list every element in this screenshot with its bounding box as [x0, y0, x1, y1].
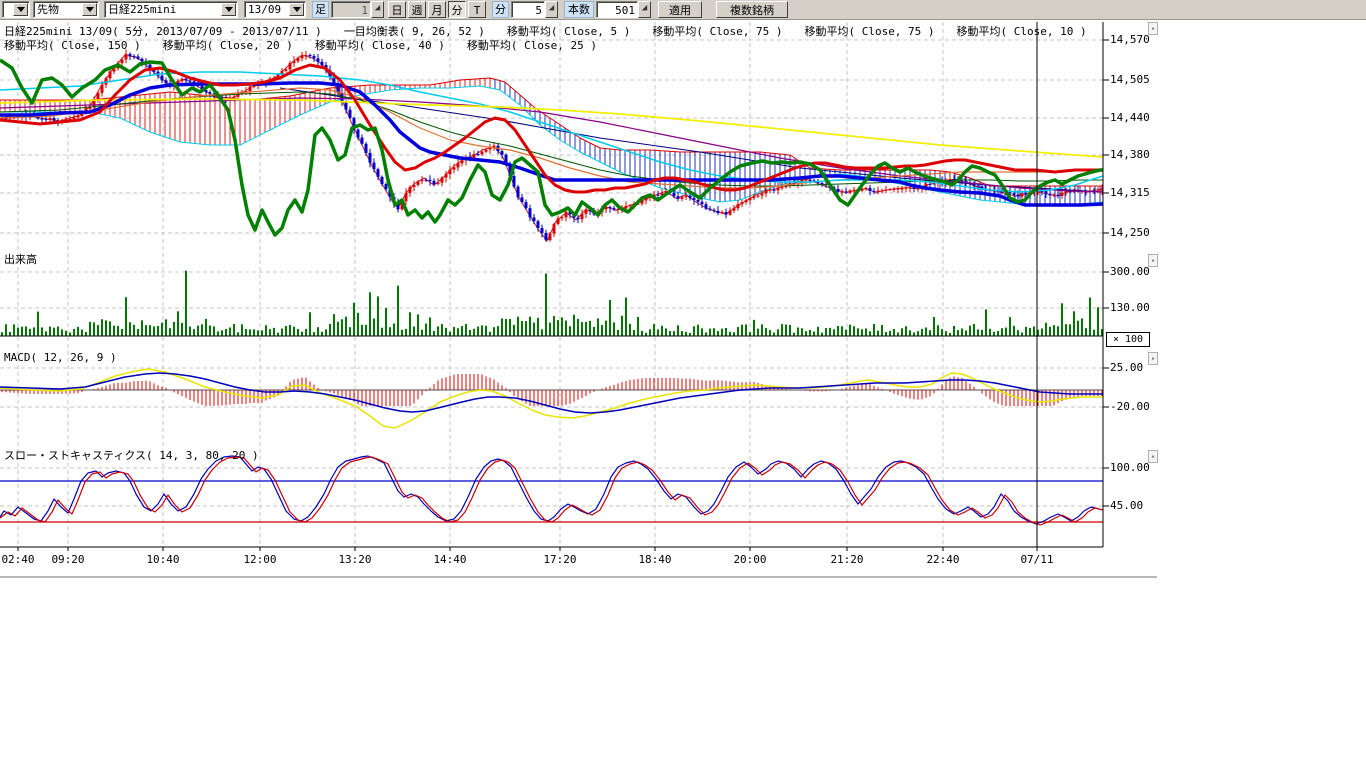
- time-axis-label: 20:00: [726, 553, 774, 566]
- legend-ma75a: 移動平均( Close, 75 ): [652, 25, 782, 38]
- stoch-axis-label: 100.00: [1110, 461, 1162, 474]
- price-axis-label: 14,440: [1110, 111, 1162, 124]
- macd-axis-label: 25.00: [1110, 361, 1162, 374]
- volume-axis-label: 130.00: [1110, 301, 1162, 314]
- main-chart-legend-row2: 移動平均( Close, 150 ) 移動平均( Close, 20 ) 移動平均(…: [4, 37, 619, 53]
- volume-panel-title: 出来高: [4, 251, 37, 267]
- time-axis-label: 14:40: [426, 553, 474, 566]
- time-axis-label: 17:20: [536, 553, 584, 566]
- legend-ma10: 移動平均( Close, 10 ): [957, 25, 1087, 38]
- stoch-panel-title: スロー・ストキャスティクス( 14, 3, 80, 20 ): [4, 447, 259, 463]
- time-axis-label: 13:20: [331, 553, 379, 566]
- volume-multiplier-badge: × 100: [1106, 332, 1150, 347]
- legend-ma40: 移動平均( Close, 40 ): [315, 39, 445, 52]
- volume-axis-label: 300.00: [1110, 265, 1162, 278]
- time-axis-label: 07/11: [1013, 553, 1061, 566]
- macd-panel-title: MACD( 12, 26, 9 ): [4, 351, 117, 364]
- price-axis-label: 14,380: [1110, 148, 1162, 161]
- legend-ma20: 移動平均( Close, 20 ): [163, 39, 293, 52]
- time-axis-label: 10:40: [139, 553, 187, 566]
- price-axis-label: 14,505: [1110, 73, 1162, 86]
- legend-ma150: 移動平均( Close, 150 ): [4, 39, 141, 52]
- macd-axis-label: -20.00: [1110, 400, 1162, 413]
- app-window: 先物 日経225mini 13/09 足 1 ◢ 日 週 月 分 T 分 5 ◢…: [0, 0, 1366, 768]
- price-axis-label: 14,250: [1110, 226, 1162, 239]
- price-axis-label: 14,315: [1110, 186, 1162, 199]
- legend-ma25: 移動平均( Close, 25 ): [467, 39, 597, 52]
- price-axis-label: 14,570: [1110, 33, 1162, 46]
- time-axis-label: 12:00: [236, 553, 284, 566]
- time-axis-label: 02:40: [0, 553, 42, 566]
- stoch-axis-label: 45.00: [1110, 499, 1162, 512]
- time-axis-label: 18:40: [631, 553, 679, 566]
- time-axis-label: 21:20: [823, 553, 871, 566]
- time-axis-label: 09:20: [44, 553, 92, 566]
- legend-ma75b: 移動平均( Close, 75 ): [804, 25, 934, 38]
- time-axis-label: 22:40: [919, 553, 967, 566]
